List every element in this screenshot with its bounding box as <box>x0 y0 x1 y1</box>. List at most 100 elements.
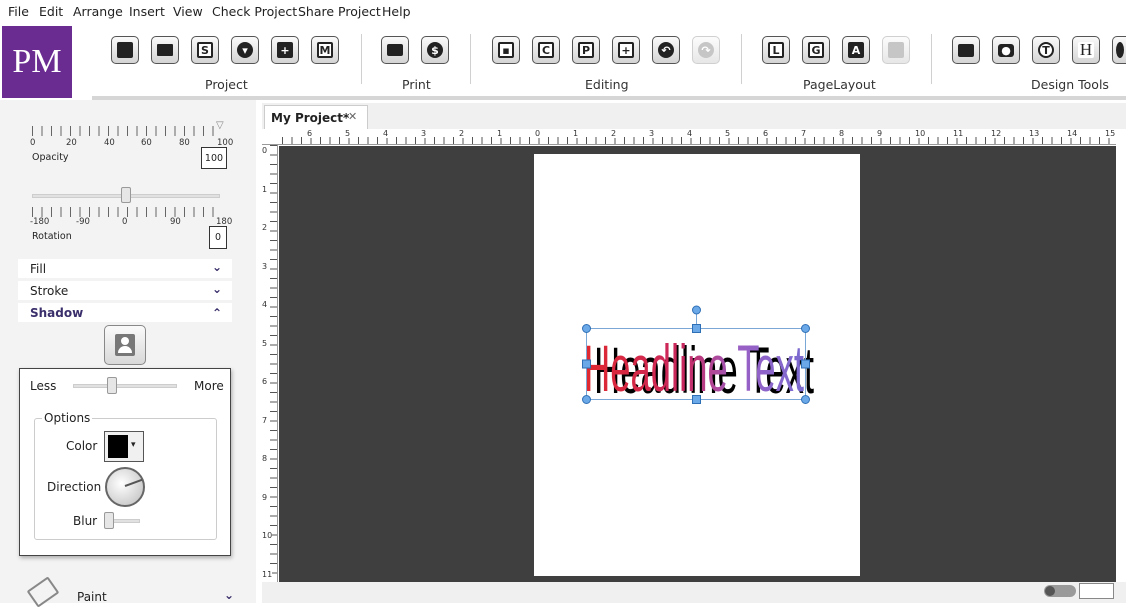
close-icon[interactable]: ✕ <box>348 110 357 123</box>
shadow-amount-track[interactable] <box>73 384 177 388</box>
print-button[interactable] <box>381 36 409 64</box>
menu-insert[interactable]: Insert <box>129 4 165 19</box>
guides-g-icon: G <box>808 42 824 58</box>
shadow-direction-dial[interactable] <box>105 467 145 507</box>
headline-text-object[interactable]: Headline Text Headline Text <box>578 303 818 407</box>
section-stroke-label: Stroke <box>30 284 69 298</box>
camera-button[interactable]: ● <box>992 36 1020 64</box>
ruler-label: 6 <box>762 129 770 138</box>
rotation-slider-thumb[interactable] <box>121 187 131 203</box>
dial-pointer <box>124 478 143 487</box>
group-label-print: Print <box>402 77 431 92</box>
new-document-button[interactable] <box>111 36 139 64</box>
open-folder-button[interactable] <box>151 36 179 64</box>
layout-button[interactable]: L <box>762 36 790 64</box>
menu-file[interactable]: File <box>8 4 29 19</box>
tab-my-project[interactable]: My Project* ✕ <box>264 105 368 129</box>
menu-check-project[interactable]: Check Project <box>212 4 297 19</box>
camera-icon: ● <box>998 43 1014 57</box>
vertical-ruler: 0 1 2 3 4 5 6 7 8 9 10 11 <box>262 145 278 582</box>
image-icon <box>958 43 974 57</box>
opacity-label: Opacity <box>32 152 69 163</box>
section-shadow[interactable]: Shadow ⌃ <box>18 303 232 322</box>
redo-button[interactable]: ↷ <box>692 36 720 64</box>
headline-text: Headline Text <box>584 331 804 405</box>
resize-handle-se[interactable] <box>801 395 810 404</box>
ruler-label: 12 <box>990 129 1003 138</box>
resize-handle-nw[interactable] <box>582 324 591 333</box>
shadow-person-icon <box>115 334 135 356</box>
rotation-scale-label: 0 <box>122 217 128 227</box>
menu-view[interactable]: View <box>173 4 203 19</box>
undo-button[interactable]: ↶ <box>652 36 680 64</box>
insert-text-button[interactable]: T <box>1032 36 1060 64</box>
rotation-scale-label: 90 <box>170 217 181 227</box>
layout-l-icon: L <box>768 42 784 58</box>
menu-help[interactable]: Help <box>382 4 411 19</box>
section-stroke[interactable]: Stroke ⌄ <box>18 281 232 300</box>
ruler-label: 6 <box>306 129 314 138</box>
crop-button[interactable]: ▪ <box>492 36 520 64</box>
group-label-editing: Editing <box>585 77 629 92</box>
resize-handle-e[interactable] <box>801 359 810 369</box>
paragraph-button[interactable]: P <box>572 36 600 64</box>
download-button[interactable]: ▾ <box>231 36 259 64</box>
menu-bar: File Edit Arrange Insert View Check Proj… <box>0 0 1126 24</box>
shadow-amount-thumb[interactable] <box>107 377 117 394</box>
share-button[interactable]: $ <box>421 36 449 64</box>
menu-arrange[interactable]: Arrange <box>73 4 123 19</box>
rotate-handle[interactable] <box>692 305 701 315</box>
opacity-slider-thumb[interactable]: ▽ <box>216 120 224 131</box>
save-icon: S <box>197 42 213 58</box>
ruler-label: 1 <box>572 129 580 138</box>
shadow-color-picker[interactable]: ▾ <box>104 431 144 462</box>
ruler-label: 4 <box>382 129 390 138</box>
resize-handle-ne[interactable] <box>801 324 810 333</box>
section-fill[interactable]: Fill ⌄ <box>18 259 232 278</box>
ribbon-divider <box>931 34 932 84</box>
ribbon-divider <box>361 34 362 84</box>
resize-handle-s[interactable] <box>692 395 701 404</box>
opacity-scale-label: 40 <box>104 138 115 148</box>
opacity-value-field[interactable]: 100 <box>201 147 227 169</box>
resize-handle-n[interactable] <box>692 324 701 333</box>
zoom-field[interactable] <box>1079 583 1114 599</box>
new-document-icon <box>117 42 133 58</box>
ruler-label: 3 <box>420 129 428 138</box>
ruler-label: 7 <box>262 415 268 425</box>
shadow-toggle-button[interactable] <box>104 325 146 365</box>
guides-button[interactable]: G <box>802 36 830 64</box>
blur-slider-thumb[interactable] <box>104 512 114 529</box>
insert-headline-button[interactable]: H <box>1072 36 1100 64</box>
chevron-down-icon[interactable]: ⌄ <box>224 588 234 602</box>
ruler-label: 0 <box>262 146 268 155</box>
menu-share-project[interactable]: Share Project <box>298 4 381 19</box>
open-folder-icon <box>157 44 173 56</box>
opacity-scale-label: 60 <box>141 138 152 148</box>
save-button[interactable]: S <box>191 36 219 64</box>
resize-handle-w[interactable] <box>582 359 591 369</box>
gear-icon <box>1115 42 1124 58</box>
add-page-button[interactable]: + <box>271 36 299 64</box>
ruler-label: 6 <box>262 377 268 386</box>
rotation-value-field[interactable]: 0 <box>209 226 227 249</box>
color-swatch <box>108 435 128 458</box>
ruler-label: 3 <box>262 261 268 271</box>
direction-label: Direction <box>47 480 102 494</box>
more-design-tools-button[interactable] <box>1112 36 1126 64</box>
insert-image-button[interactable] <box>952 36 980 64</box>
ruler-label: 1 <box>262 184 268 194</box>
text-style-button[interactable]: A <box>842 36 870 64</box>
menu-edit[interactable]: Edit <box>39 4 63 19</box>
rotation-scale-label: -90 <box>76 217 90 227</box>
ruler-label: 15 <box>1104 129 1116 138</box>
resize-handle-sw[interactable] <box>582 395 591 404</box>
align-button[interactable]: + <box>612 36 640 64</box>
disabled-shape-button[interactable] <box>882 36 910 64</box>
clipart-button[interactable]: C <box>532 36 560 64</box>
blur-label: Blur <box>73 514 98 528</box>
zoom-toggle[interactable] <box>1044 585 1076 597</box>
ruler-label: 1 <box>496 129 504 138</box>
template-button[interactable]: M <box>311 36 339 64</box>
printer-icon <box>387 44 403 56</box>
